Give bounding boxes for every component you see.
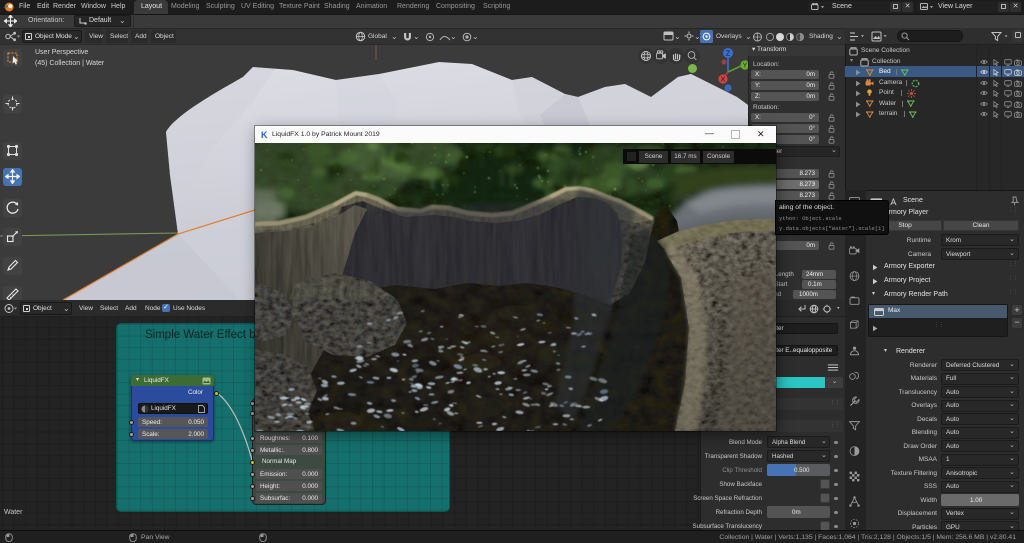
svg-text:Y: Y — [743, 63, 748, 70]
svg-text:Z: Z — [726, 51, 731, 58]
svg-text:X: X — [721, 77, 726, 84]
